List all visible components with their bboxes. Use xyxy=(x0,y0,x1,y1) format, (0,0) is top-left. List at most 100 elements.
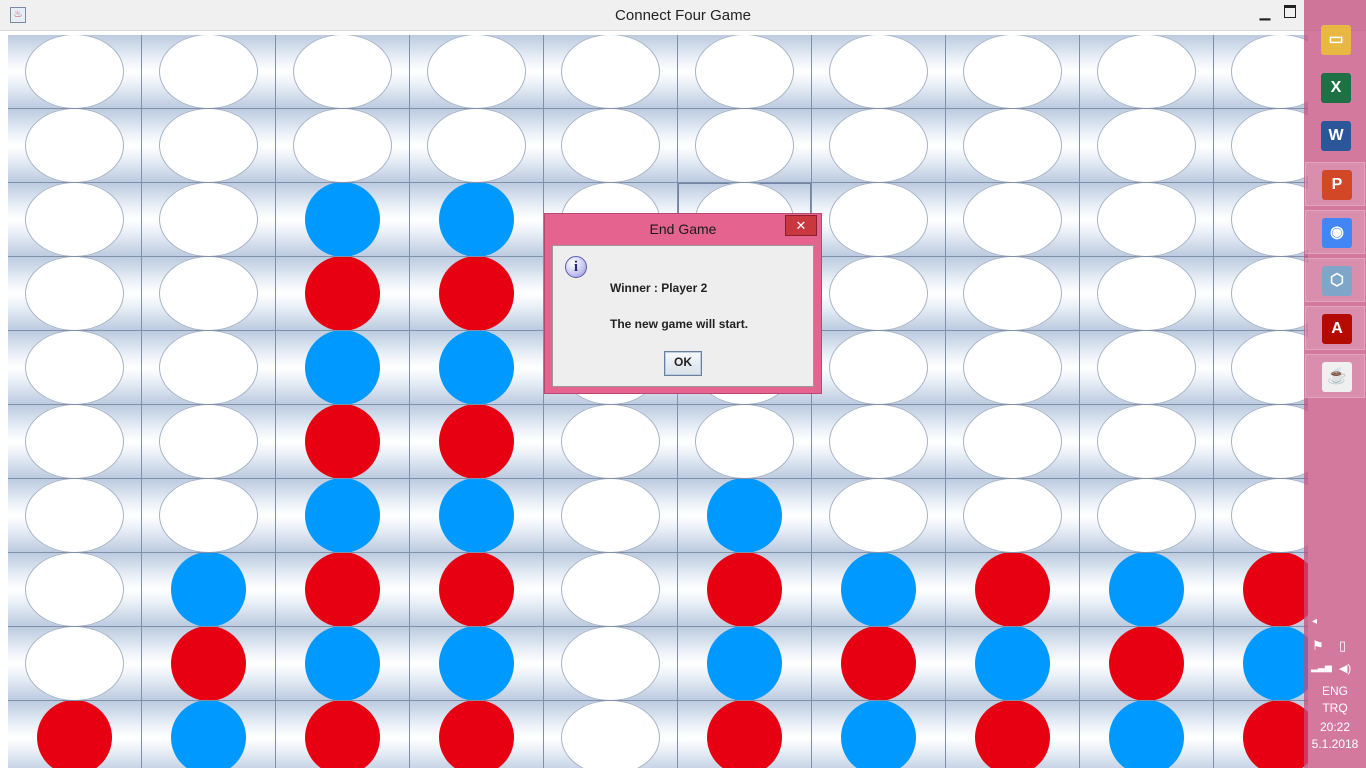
board-cell[interactable] xyxy=(142,183,275,256)
board-cell[interactable] xyxy=(410,479,543,552)
board-cell[interactable] xyxy=(1080,701,1213,768)
board-cell[interactable] xyxy=(946,35,1079,108)
board-cell[interactable] xyxy=(946,331,1079,404)
board-cell[interactable] xyxy=(946,553,1079,626)
board-cell[interactable] xyxy=(410,183,543,256)
board-cell[interactable] xyxy=(946,109,1079,182)
board-cell[interactable] xyxy=(1214,701,1308,768)
board-cell[interactable] xyxy=(544,35,677,108)
board-cell[interactable] xyxy=(812,183,945,256)
board-cell[interactable] xyxy=(678,701,811,768)
board-cell[interactable] xyxy=(946,183,1079,256)
board-cell[interactable] xyxy=(544,627,677,700)
taskbar-app-button[interactable]: ◉ xyxy=(1305,210,1365,254)
board-cell[interactable] xyxy=(410,553,543,626)
board-cell[interactable] xyxy=(1214,35,1308,108)
board-cell[interactable] xyxy=(1214,627,1308,700)
game-board[interactable] xyxy=(8,35,1308,768)
board-cell[interactable] xyxy=(8,35,141,108)
board-cell[interactable] xyxy=(1214,331,1308,404)
board-cell[interactable] xyxy=(410,35,543,108)
board-cell[interactable] xyxy=(276,479,409,552)
board-cell[interactable] xyxy=(142,553,275,626)
board-cell[interactable] xyxy=(812,109,945,182)
board-cell[interactable] xyxy=(410,405,543,478)
board-cell[interactable] xyxy=(678,109,811,182)
board-cell[interactable] xyxy=(8,257,141,330)
taskbar-app-button[interactable]: P xyxy=(1305,162,1365,206)
board-cell[interactable] xyxy=(544,701,677,768)
action-center-flag-icon[interactable]: ⚑ xyxy=(1312,638,1324,654)
board-cell[interactable] xyxy=(1214,109,1308,182)
board-cell[interactable] xyxy=(1080,35,1213,108)
board-cell[interactable] xyxy=(1080,183,1213,256)
board-cell[interactable] xyxy=(1214,553,1308,626)
board-cell[interactable] xyxy=(8,479,141,552)
board-cell[interactable] xyxy=(544,405,677,478)
board-cell[interactable] xyxy=(276,109,409,182)
board-cell[interactable] xyxy=(276,257,409,330)
board-cell[interactable] xyxy=(276,553,409,626)
board-cell[interactable] xyxy=(142,405,275,478)
board-cell[interactable] xyxy=(1080,553,1213,626)
board-cell[interactable] xyxy=(142,479,275,552)
board-cell[interactable] xyxy=(946,405,1079,478)
taskbar-app-button[interactable]: X xyxy=(1305,66,1365,110)
board-cell[interactable] xyxy=(410,627,543,700)
board-cell[interactable] xyxy=(544,109,677,182)
board-cell[interactable] xyxy=(812,405,945,478)
board-cell[interactable] xyxy=(1214,183,1308,256)
board-cell[interactable] xyxy=(8,627,141,700)
taskbar-app-button[interactable]: ▭ xyxy=(1305,18,1365,62)
board-cell[interactable] xyxy=(410,331,543,404)
taskbar-app-button[interactable]: ☕ xyxy=(1305,354,1365,398)
board-cell[interactable] xyxy=(8,701,141,768)
board-cell[interactable] xyxy=(812,479,945,552)
minimize-button[interactable]: ▁ xyxy=(1258,4,1272,21)
input-language[interactable]: ENG xyxy=(1306,684,1364,698)
board-cell[interactable] xyxy=(544,553,677,626)
board-cell[interactable] xyxy=(276,701,409,768)
battery-icon[interactable]: ▯ xyxy=(1339,638,1346,654)
volume-icon[interactable]: ◀) xyxy=(1339,662,1351,675)
board-cell[interactable] xyxy=(678,553,811,626)
board-cell[interactable] xyxy=(8,553,141,626)
board-cell[interactable] xyxy=(946,627,1079,700)
board-cell[interactable] xyxy=(1080,257,1213,330)
board-cell[interactable] xyxy=(678,35,811,108)
board-cell[interactable] xyxy=(8,109,141,182)
board-cell[interactable] xyxy=(142,331,275,404)
clock-time[interactable]: 20:22 xyxy=(1306,720,1364,734)
board-cell[interactable] xyxy=(1214,257,1308,330)
board-cell[interactable] xyxy=(678,627,811,700)
taskbar-app-button[interactable]: W xyxy=(1305,114,1365,158)
board-cell[interactable] xyxy=(410,257,543,330)
board-cell[interactable] xyxy=(142,35,275,108)
board-cell[interactable] xyxy=(8,331,141,404)
board-cell[interactable] xyxy=(946,701,1079,768)
clock-date[interactable]: 5.1.2018 xyxy=(1306,737,1364,751)
board-cell[interactable] xyxy=(1214,405,1308,478)
board-cell[interactable] xyxy=(276,183,409,256)
board-cell[interactable] xyxy=(678,479,811,552)
taskbar-app-button[interactable]: A xyxy=(1305,306,1365,350)
board-cell[interactable] xyxy=(946,257,1079,330)
board-cell[interactable] xyxy=(142,109,275,182)
board-cell[interactable] xyxy=(812,331,945,404)
board-cell[interactable] xyxy=(410,701,543,768)
maximize-button[interactable] xyxy=(1284,5,1296,18)
board-cell[interactable] xyxy=(678,405,811,478)
network-signal-icon[interactable]: ▂▃▅ xyxy=(1311,662,1332,673)
board-cell[interactable] xyxy=(276,405,409,478)
board-cell[interactable] xyxy=(142,257,275,330)
board-cell[interactable] xyxy=(1080,109,1213,182)
board-cell[interactable] xyxy=(1080,479,1213,552)
board-cell[interactable] xyxy=(276,627,409,700)
board-cell[interactable] xyxy=(544,479,677,552)
board-cell[interactable] xyxy=(8,183,141,256)
board-cell[interactable] xyxy=(1080,627,1213,700)
board-cell[interactable] xyxy=(276,35,409,108)
board-cell[interactable] xyxy=(812,35,945,108)
board-cell[interactable] xyxy=(410,109,543,182)
board-cell[interactable] xyxy=(812,627,945,700)
